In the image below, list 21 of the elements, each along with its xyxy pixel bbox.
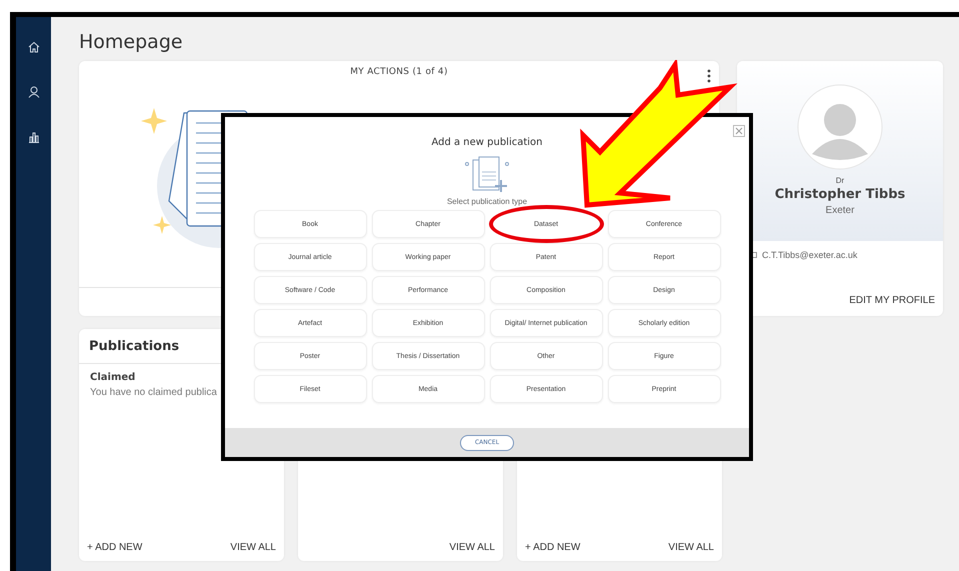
close-icon[interactable] — [733, 125, 745, 137]
view-all-link[interactable]: VIEW ALL — [668, 542, 714, 553]
modal-subtitle: Select publication type — [446, 197, 528, 206]
profile-name: Christopher Tibbs — [774, 187, 906, 202]
bar-chart-icon[interactable] — [28, 131, 40, 143]
card-title: MY ACTIONS (1 of 4) — [349, 67, 449, 77]
person-icon[interactable] — [28, 86, 40, 98]
add-new-link[interactable]: + ADD NEW — [87, 542, 142, 553]
email-text: C.T.Tibbs@exeter.ac.uk — [762, 250, 858, 260]
empty-message: You have no claimed publica — [90, 387, 218, 398]
edit-profile-link[interactable]: EDIT MY PROFILE — [849, 295, 943, 316]
institution: Exeter — [826, 205, 854, 216]
section-heading: Claimed — [90, 372, 136, 383]
modal-title: Add a new publication — [431, 137, 543, 148]
view-all-link[interactable]: VIEW ALL — [449, 542, 495, 553]
page-title: Homepage — [79, 31, 184, 53]
view-all-link[interactable]: VIEW ALL — [230, 542, 276, 553]
more-options-icon[interactable] — [707, 69, 711, 83]
add-new-link[interactable]: + ADD NEW — [525, 542, 580, 553]
home-icon[interactable] — [28, 41, 40, 53]
honorific: Dr — [836, 176, 844, 185]
